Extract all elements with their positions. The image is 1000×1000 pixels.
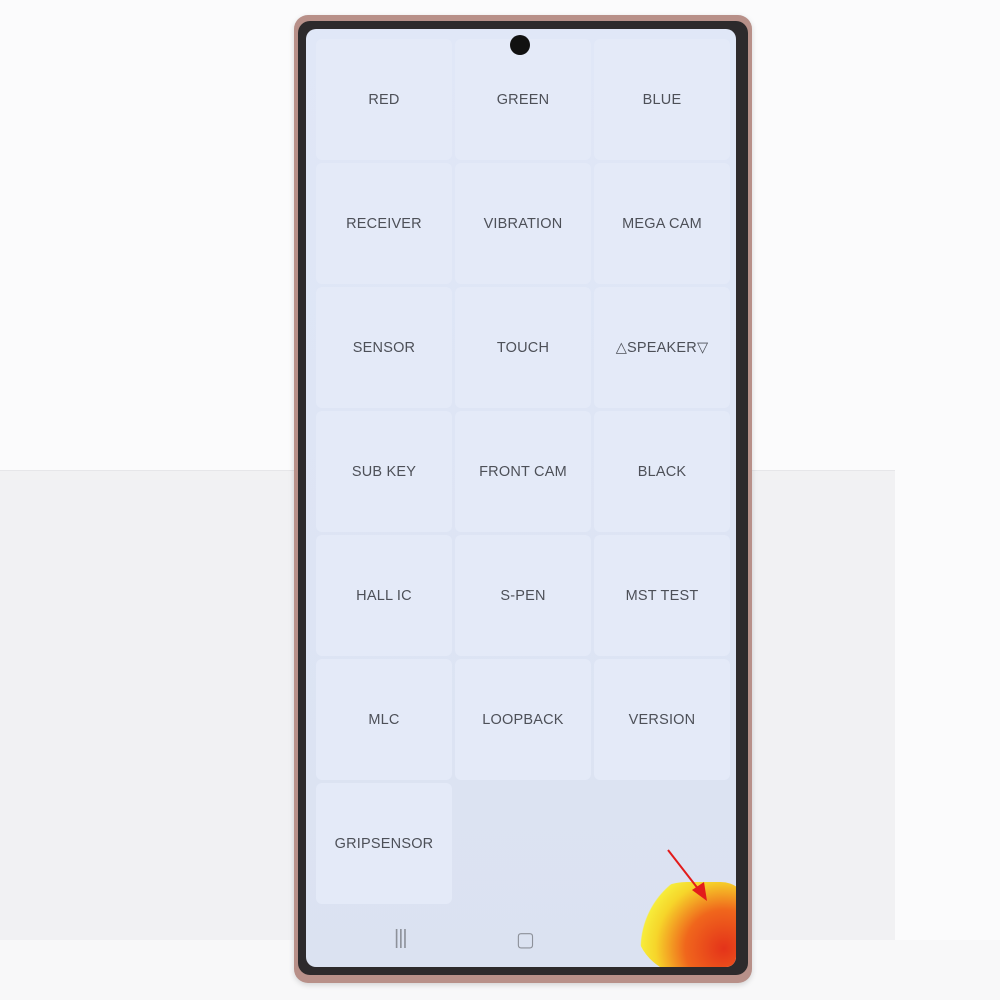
test-item-sensor[interactable]: SENSOR: [316, 287, 452, 408]
test-item-mst-test[interactable]: MST TEST: [594, 535, 730, 656]
test-item-loopback[interactable]: LOOPBACK: [455, 659, 591, 780]
screen: RED GREEN BLUE RECEIVER VIBRATION MEGA CAM SEN…: [306, 29, 736, 967]
test-item-gripsensor[interactable]: GRIPSENSOR: [316, 783, 452, 904]
test-item-vibration[interactable]: VIBRATION: [455, 163, 591, 284]
home-button[interactable]: ▢: [516, 927, 535, 952]
test-item-mega-cam[interactable]: MEGA CAM: [594, 163, 730, 284]
phone: RED GREEN BLUE RECEIVER VIBRATION MEGA CAM SEN…: [294, 15, 752, 983]
recents-button[interactable]: |||: [394, 927, 408, 950]
test-item-green[interactable]: GREEN: [455, 39, 591, 160]
test-item-blue[interactable]: BLUE: [594, 39, 730, 160]
test-item-s-pen[interactable]: S-PEN: [455, 535, 591, 656]
test-item-front-cam[interactable]: FRONT CAM: [455, 411, 591, 532]
test-item-sub-key[interactable]: SUB KEY: [316, 411, 452, 532]
test-item-red[interactable]: RED: [316, 39, 452, 160]
test-item-touch[interactable]: TOUCH: [455, 287, 591, 408]
test-item-receiver[interactable]: RECEIVER: [316, 163, 452, 284]
test-item-hall-ic[interactable]: HALL IC: [316, 535, 452, 656]
test-item-mlc[interactable]: MLC: [316, 659, 452, 780]
red-arrow-annotation: [667, 849, 707, 901]
test-item-speaker[interactable]: △SPEAKER▽: [594, 287, 730, 408]
test-item-version[interactable]: VERSION: [594, 659, 730, 780]
test-menu-grid: RED GREEN BLUE RECEIVER VIBRATION MEGA CAM SEN…: [316, 39, 730, 904]
test-item-black[interactable]: BLACK: [594, 411, 730, 532]
front-camera-hole: [510, 35, 530, 55]
